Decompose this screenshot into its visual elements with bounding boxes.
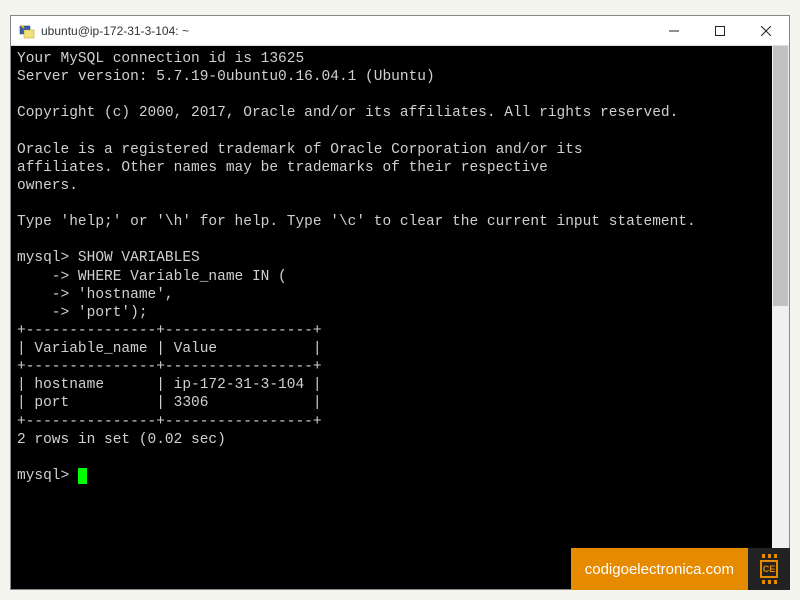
line: 2 rows in set (0.02 sec) <box>17 432 226 448</box>
putty-icon <box>19 23 35 39</box>
line: Type 'help;' or '\h' for help. Type '\c'… <box>17 214 696 230</box>
line: Server version: 5.7.19-0ubuntu0.16.04.1 … <box>17 69 435 85</box>
line: | Variable_name | Value | <box>17 341 322 357</box>
minimize-button[interactable] <box>651 16 697 45</box>
scroll-thumb[interactable] <box>773 46 788 306</box>
line: +---------------+-----------------+ <box>17 323 322 339</box>
cursor <box>78 468 87 484</box>
line: +---------------+-----------------+ <box>17 359 322 375</box>
line: owners. <box>17 178 78 194</box>
line: +---------------+-----------------+ <box>17 414 322 430</box>
scrollbar[interactable] <box>772 46 789 589</box>
table-row: | hostname | ip-172-31-3-104 | <box>17 377 322 393</box>
watermark-text: codigoelectronica.com <box>571 548 748 590</box>
line: Oracle is a registered trademark of Orac… <box>17 142 583 158</box>
line: affiliates. Other names may be trademark… <box>17 160 548 176</box>
window-title: ubuntu@ip-172-31-3-104: ~ <box>41 24 651 38</box>
line: Copyright (c) 2000, 2017, Oracle and/or … <box>17 105 678 121</box>
close-button[interactable] <box>743 16 789 45</box>
line: -> WHERE Variable_name IN ( <box>17 269 287 285</box>
terminal-window: ubuntu@ip-172-31-3-104: ~ Your MySQL con… <box>10 15 790 590</box>
line: mysql> SHOW VARIABLES <box>17 250 200 266</box>
titlebar[interactable]: ubuntu@ip-172-31-3-104: ~ <box>11 16 789 46</box>
line: -> 'port'); <box>17 305 148 321</box>
chip-icon: CE <box>754 554 784 584</box>
line: -> 'hostname', <box>17 287 174 303</box>
terminal-area: Your MySQL connection id is 13625 Server… <box>11 46 789 589</box>
watermark: codigoelectronica.com CE <box>571 548 790 590</box>
watermark-logo: CE <box>748 548 790 590</box>
line: Your MySQL connection id is 13625 <box>17 51 304 67</box>
table-row: | port | 3306 | <box>17 395 322 411</box>
window-controls <box>651 16 789 45</box>
terminal-output[interactable]: Your MySQL connection id is 13625 Server… <box>11 46 772 589</box>
maximize-button[interactable] <box>697 16 743 45</box>
prompt: mysql> <box>17 468 78 484</box>
